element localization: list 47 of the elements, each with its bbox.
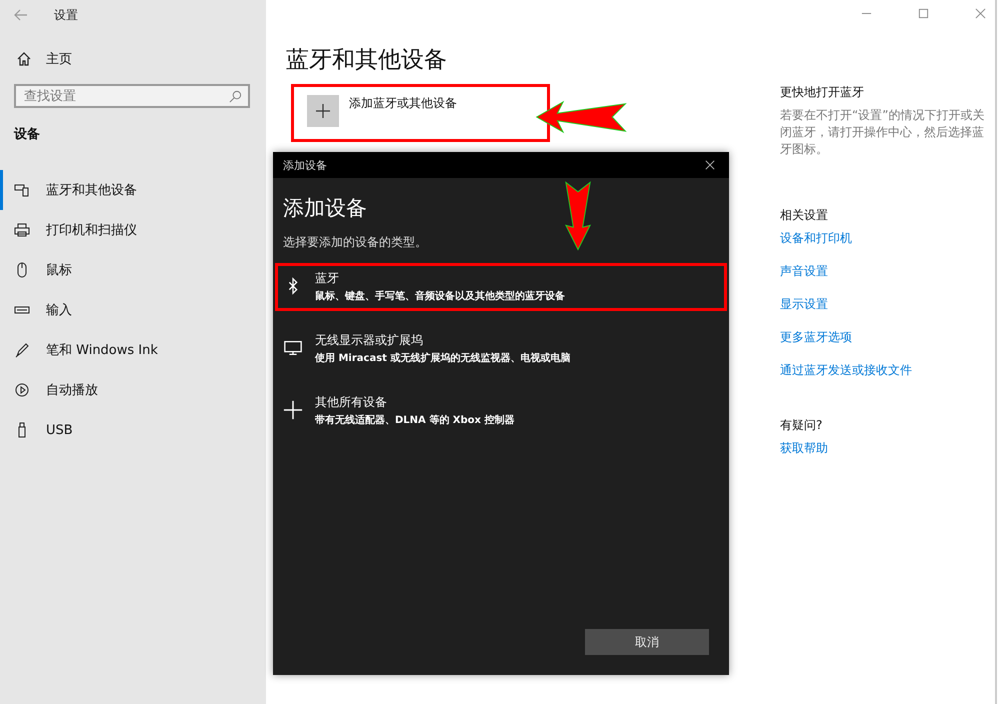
plus-icon [307, 95, 339, 127]
device-type-option[interactable]: 蓝牙 鼠标、键盘、手写笔、音频设备以及其他类型的蓝牙设备 [275, 263, 727, 311]
settings-link[interactable]: 声音设置 [780, 263, 990, 280]
sidebar-item[interactable]: USB [0, 410, 266, 450]
settings-link[interactable]: 通过蓝牙发送或接收文件 [780, 362, 990, 379]
section-heading: 更快地打开蓝牙 [780, 84, 865, 101]
maximize-icon[interactable] [918, 8, 929, 19]
dialog-title: 添加设备 [283, 158, 327, 172]
back-arrow-icon[interactable] [14, 9, 28, 21]
printer-icon [14, 222, 30, 238]
page-title: 蓝牙和其他设备 [286, 46, 448, 75]
search-icon [229, 90, 242, 103]
section-heading: 有疑问? [780, 417, 824, 434]
window-title: 设置 [54, 6, 78, 24]
sidebar-item[interactable]: 打印机和扫描仪 [0, 210, 266, 250]
cancel-button[interactable]: 取消 [585, 629, 709, 655]
settings-link[interactable]: 显示设置 [780, 296, 990, 313]
add-device-button[interactable]: 添加蓝牙或其他设备 [294, 87, 547, 139]
dialog-subtitle: 选择要添加的设备的类型。 [283, 234, 428, 251]
option-title: 蓝牙 [315, 270, 340, 286]
settings-link[interactable]: 设备和打印机 [780, 230, 990, 247]
settings-link[interactable]: 更多蓝牙选项 [780, 329, 990, 346]
option-description: 使用 Miracast 或无线扩展坞的无线监视器、电视或电脑 [315, 351, 570, 364]
help-link[interactable]: 获取帮助 [780, 440, 990, 457]
plus-icon [283, 400, 303, 420]
search-field[interactable]: 查找设置 [14, 84, 250, 108]
section-heading: 设备 [14, 126, 41, 143]
sidebar-item[interactable]: 自动播放 [0, 370, 266, 410]
close-icon[interactable] [705, 160, 715, 170]
sidebar-item[interactable]: 笔和 Windows Ink [0, 330, 266, 370]
keyboard-phone-icon [14, 182, 30, 198]
section-heading: 相关设置 [780, 207, 829, 224]
option-description: 带有无线适配器、DLNA 等的 Xbox 控制器 [315, 414, 514, 426]
device-type-option[interactable]: 其他所有设备 带有无线适配器、DLNA 等的 Xbox 控制器 [275, 387, 727, 435]
sidebar-item[interactable]: 鼠标 [0, 250, 266, 290]
dialog-heading: 添加设备 [283, 195, 368, 222]
monitor-icon [283, 338, 303, 358]
device-type-option[interactable]: 无线显示器或扩展坞 使用 Miracast 或无线扩展坞的无线监视器、电视或电脑 [275, 325, 727, 373]
option-title: 其他所有设备 [315, 394, 388, 410]
description-text: 若要在不打开“设置”的情况下打开或关闭蓝牙，请打开操作中心，然后选择蓝牙图标。 [780, 107, 986, 158]
play-circle-icon [14, 382, 30, 398]
sidebar-item[interactable]: 输入 [0, 290, 266, 330]
home-link[interactable]: 主页 [16, 50, 266, 68]
pen-icon [14, 342, 30, 358]
option-title: 无线显示器或扩展坞 [315, 332, 424, 348]
option-description: 鼠标、键盘、手写笔、音频设备以及其他类型的蓝牙设备 [315, 289, 565, 302]
home-icon [16, 51, 32, 67]
